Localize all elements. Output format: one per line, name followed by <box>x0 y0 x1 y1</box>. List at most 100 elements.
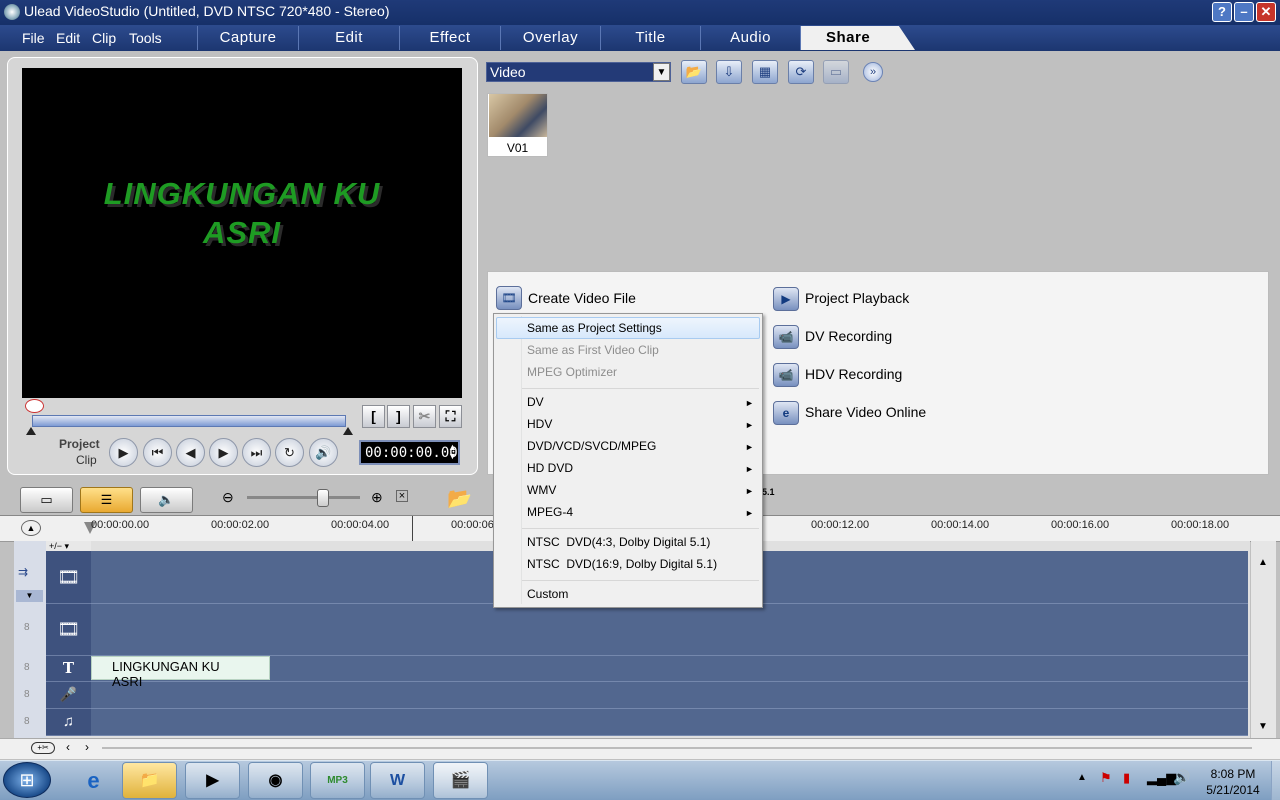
storyboard-view-button[interactable]: ▭ <box>20 487 73 513</box>
music-track[interactable] <box>91 709 1248 736</box>
hdv-camcorder-icon[interactable]: 📹 <box>773 363 799 387</box>
timecode-display[interactable]: 00:00:00.00 <box>359 440 460 465</box>
help-button[interactable]: ? <box>1212 2 1232 22</box>
scroll-down-icon[interactable]: ▼ <box>1258 721 1268 732</box>
tab-share[interactable]: Share <box>800 26 915 50</box>
project-playback-icon[interactable]: ▶ <box>773 287 799 311</box>
close-button[interactable]: ✕ <box>1256 2 1276 22</box>
expand-timeline-icon[interactable]: ▲ <box>21 520 41 536</box>
tab-edit[interactable]: Edit <box>298 26 399 50</box>
overlay-track[interactable] <box>91 604 1248 656</box>
lock-icon[interactable]: 8 <box>24 662 30 673</box>
menu-item-wmv[interactable]: WMV <box>527 483 556 497</box>
menu-edit[interactable]: Edit <box>56 30 80 46</box>
action-center-icon[interactable]: ⚑ <box>1100 770 1112 786</box>
mark-in-button[interactable]: [ <box>362 405 385 428</box>
tab-overlay[interactable]: Overlay <box>500 26 600 50</box>
zoom-in-icon[interactable]: ⊕ <box>371 489 383 506</box>
create-video-file-button[interactable]: Create Video File <box>528 290 636 306</box>
next-frame-button[interactable]: ▶ <box>209 438 238 467</box>
add-remove-track-button[interactable]: +/− ▾ <box>46 541 91 551</box>
track-manager-icon[interactable]: ⇉ <box>18 565 28 579</box>
menu-item-same-as-project[interactable]: Same as Project Settings <box>527 321 662 335</box>
mode-clip-label[interactable]: Clip <box>76 453 97 467</box>
battery-icon[interactable]: ▮ <box>1123 770 1130 786</box>
play-button[interactable]: ▶ <box>109 438 138 467</box>
mp3-player-icon[interactable]: MP3 <box>310 762 365 799</box>
chevron-down-icon[interactable]: ▼ <box>653 63 670 81</box>
title-track-icon[interactable]: T <box>46 656 91 682</box>
volume-icon[interactable]: 🔊 <box>1173 769 1190 786</box>
tab-effect[interactable]: Effect <box>399 26 500 50</box>
lock-icon[interactable]: 8 <box>24 716 30 727</box>
dv-recording-button[interactable]: DV Recording <box>805 328 892 344</box>
videostudio-taskbar-icon[interactable]: 🎬 <box>433 762 488 799</box>
tab-title[interactable]: Title <box>600 26 700 50</box>
network-signal-icon[interactable]: ▂▄▆ <box>1147 770 1176 786</box>
track-options-icon[interactable]: ▼ <box>16 590 43 602</box>
scroll-right-icon[interactable]: › <box>85 740 89 754</box>
menu-item-hd-dvd[interactable]: HD DVD <box>527 461 573 475</box>
surround-sound-icon[interactable]: 5.1 <box>762 487 782 511</box>
playhead-marker[interactable] <box>25 399 44 413</box>
sort-icon[interactable]: ⇩ <box>716 60 742 84</box>
fit-project-icon[interactable]: × <box>396 490 408 502</box>
show-hidden-icons[interactable]: ▲ <box>1077 772 1087 783</box>
word-icon[interactable]: W <box>370 762 425 799</box>
tab-capture[interactable]: Capture <box>197 26 298 50</box>
enlarge-preview-icon[interactable]: ⛶ <box>439 405 462 428</box>
previous-frame-button[interactable]: ◀ <box>176 438 205 467</box>
lock-icon[interactable]: 8 <box>24 622 30 633</box>
share-online-icon[interactable]: e <box>773 401 799 425</box>
minimize-button[interactable]: – <box>1234 2 1254 22</box>
menu-item-dvd-vcd-svcd-mpeg[interactable]: DVD/VCD/SVCD/MPEG <box>527 439 656 453</box>
voice-track-icon[interactable]: 🎤 <box>46 682 91 709</box>
trim-end-handle[interactable] <box>343 427 353 435</box>
file-explorer-icon[interactable]: 📁 <box>122 762 177 799</box>
insert-media-icon[interactable]: 📂 <box>447 486 472 511</box>
zoom-slider[interactable] <box>247 496 360 499</box>
properties-icon[interactable]: ▭ <box>823 60 849 84</box>
menu-item-custom[interactable]: Custom <box>527 587 568 601</box>
library-manager-icon[interactable]: ▦ <box>752 60 778 84</box>
cut-clip-icon[interactable]: ✂ <box>413 405 436 428</box>
mark-out-button[interactable]: ] <box>387 405 410 428</box>
scrub-bar[interactable] <box>32 415 346 427</box>
rotate-icon[interactable]: ⟳ <box>788 60 814 84</box>
overlay-track-icon[interactable]: 🎞 <box>46 604 91 656</box>
menu-item-ntsc-dvd-16-9[interactable]: NTSC DVD(16:9, Dolby Digital 5.1) <box>527 557 717 571</box>
internet-explorer-icon[interactable]: e <box>66 762 121 799</box>
zoom-slider-handle[interactable] <box>317 489 329 507</box>
repeat-button[interactable]: ↻ <box>275 438 304 467</box>
add-track-icon[interactable]: +✂ <box>31 742 55 754</box>
menu-item-same-as-first-clip[interactable]: Same as First Video Clip <box>527 343 659 357</box>
lock-icon[interactable]: 8 <box>24 689 30 700</box>
scroll-up-icon[interactable]: ▲ <box>1258 557 1268 568</box>
menu-item-mpeg4[interactable]: MPEG-4 <box>527 505 573 519</box>
library-category-select[interactable]: Video <box>486 62 671 82</box>
volume-button[interactable]: 🔊 <box>309 438 338 467</box>
trim-start-handle[interactable] <box>26 427 36 435</box>
camcorder-icon[interactable]: 📹 <box>773 325 799 349</box>
menu-clip[interactable]: Clip <box>92 30 116 46</box>
menu-item-hdv[interactable]: HDV <box>527 417 552 431</box>
audio-view-button[interactable]: 🔈 <box>140 487 193 513</box>
hdv-recording-button[interactable]: HDV Recording <box>805 366 902 382</box>
project-playback-button[interactable]: Project Playback <box>805 290 909 306</box>
mode-project-label[interactable]: Project <box>59 437 100 451</box>
system-clock[interactable]: 8:08 PM 5/21/2014 <box>1194 766 1272 798</box>
film-reel-icon[interactable]: 🎞 <box>496 286 522 310</box>
chrome-icon[interactable]: ◉ <box>248 762 303 799</box>
title-clip[interactable]: LINGKUNGAN KU ASRI <box>91 656 270 689</box>
open-folder-icon[interactable]: 📂 <box>681 60 707 84</box>
share-video-online-button[interactable]: Share Video Online <box>805 404 926 420</box>
timecode-spinner-icon[interactable]: ▲ ▼ <box>448 443 457 461</box>
menu-item-mpeg-optimizer[interactable]: MPEG Optimizer <box>527 365 617 379</box>
media-player-icon[interactable]: ▶ <box>185 762 240 799</box>
menu-item-dv[interactable]: DV <box>527 395 544 409</box>
scroll-left-icon[interactable]: ‹ <box>66 740 70 754</box>
tab-audio[interactable]: Audio <box>700 26 800 50</box>
end-button[interactable]: ⏭ <box>242 438 271 467</box>
timeline-vertical-scrollbar[interactable] <box>1251 541 1276 739</box>
expand-options-icon[interactable]: » <box>863 62 883 82</box>
